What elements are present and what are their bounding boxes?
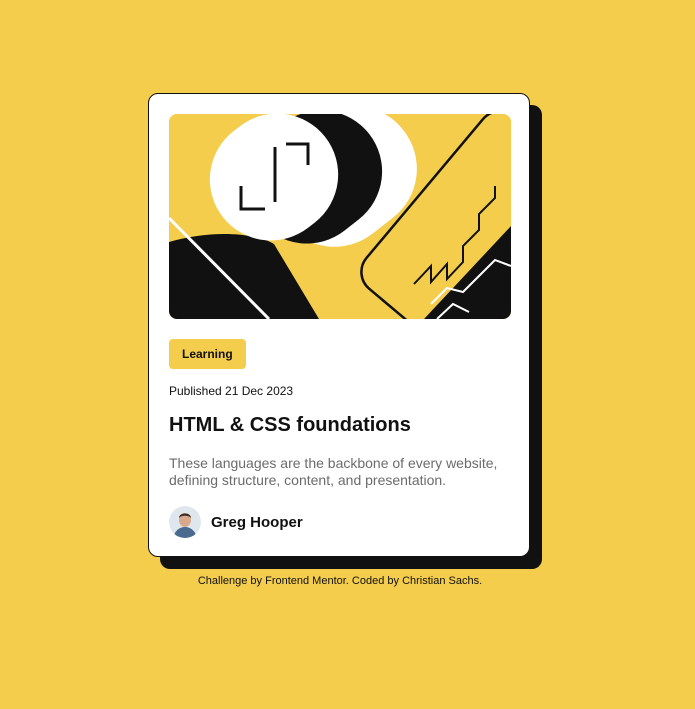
card-illustration [169, 114, 511, 319]
footer-attribution: Challenge by Frontend Mentor. Coded by C… [197, 575, 483, 587]
card-description: These languages are the backbone of ever… [169, 455, 498, 488]
avatar-icon [169, 506, 201, 538]
author-name: Greg Hooper [211, 513, 303, 531]
author-avatar [169, 506, 201, 538]
card-title[interactable]: HTML & CSS foundations [169, 414, 411, 437]
blog-preview-card: Learning Published 21 Dec 2023 HTML & CS… [148, 93, 530, 557]
author: Greg Hooper [169, 505, 303, 539]
illustration-graphic [169, 114, 511, 319]
category-tag: Learning [169, 339, 246, 369]
published-date: Published 21 Dec 2023 [169, 384, 294, 398]
